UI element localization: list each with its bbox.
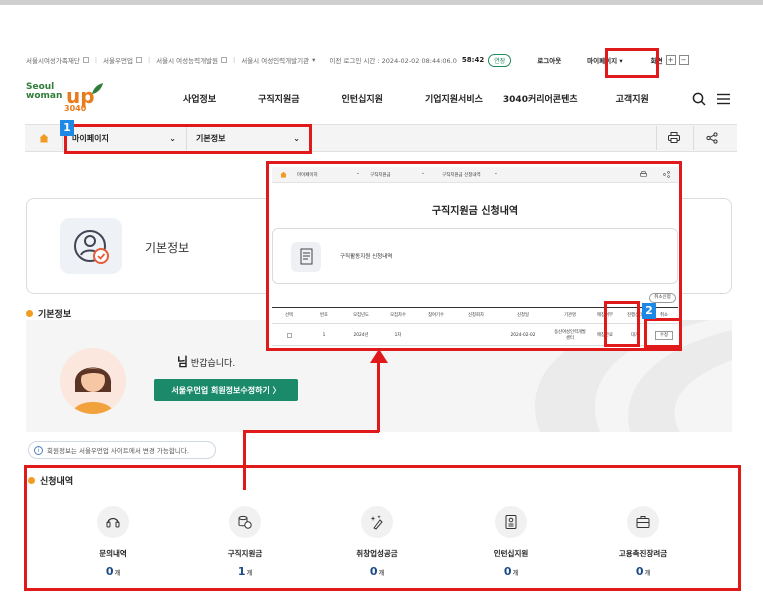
th-cohort: 참여기수 bbox=[428, 312, 444, 318]
row-checkbox[interactable] bbox=[286, 333, 292, 338]
util-link-development[interactable]: 서울시 여성능력개발원 bbox=[156, 55, 228, 65]
crumb-divider bbox=[656, 126, 657, 150]
td-year: 2024년 bbox=[353, 332, 369, 338]
highlight-mypage bbox=[605, 48, 659, 78]
highlight-cancel-column bbox=[644, 318, 682, 348]
print-icon[interactable] bbox=[640, 171, 647, 178]
edit-member-info-button[interactable]: 서울우먼업 회원정보수정하기 〉 bbox=[154, 379, 298, 401]
nav-company-support[interactable]: 기업지원서비스 bbox=[425, 92, 483, 108]
step-badge-1: 1 bbox=[60, 120, 74, 136]
share-icon[interactable] bbox=[663, 171, 670, 178]
util-link-womanup[interactable]: 서울우먼업 bbox=[103, 55, 142, 65]
td-apply-date: 2024-02-02 bbox=[510, 332, 536, 338]
popup-breadcrumb: 마이페이지 ⌄ 구직지원금 ⌄ 구직지원금 신청내역 ⌄ bbox=[272, 167, 678, 183]
user-settings-icon bbox=[60, 218, 122, 274]
th-round: 모집차수 bbox=[390, 312, 406, 318]
session-timer: 58:42 bbox=[461, 56, 485, 64]
th-number: 번호 bbox=[320, 312, 328, 318]
site-logo[interactable]: Seoul woman up 3040 bbox=[26, 82, 126, 116]
annotation-connector bbox=[377, 362, 380, 432]
extend-session-button[interactable]: 연장 bbox=[488, 53, 512, 67]
nav-career-contents[interactable]: 3040커리어콘텐츠 bbox=[503, 92, 578, 108]
document-icon bbox=[291, 242, 321, 272]
util-link-foundation[interactable]: 서울시여성가족재단 bbox=[26, 55, 89, 65]
new-window-icon bbox=[82, 57, 89, 63]
util-link-institutions[interactable]: 서울시 여성인력개발기관 ▾ bbox=[241, 55, 315, 65]
search-icon[interactable] bbox=[692, 92, 706, 106]
share-icon[interactable] bbox=[706, 132, 718, 144]
new-window-icon bbox=[135, 57, 142, 63]
popup-title: 구직지원금 신청내역 bbox=[431, 206, 519, 217]
nav-internship[interactable]: 인턴십지원 bbox=[342, 92, 383, 108]
chevron-down-icon: ▾ bbox=[312, 56, 316, 64]
td-round: 1차 bbox=[394, 332, 402, 338]
top-border bbox=[0, 0, 763, 5]
print-icon[interactable] bbox=[668, 132, 680, 143]
th-select: 선택 bbox=[285, 312, 293, 318]
popup-card-label: 구직활동지원 신청내역 bbox=[340, 254, 393, 260]
crumb-divider bbox=[693, 126, 694, 150]
nav-job-seeking-fund[interactable]: 구직지원금 bbox=[258, 92, 299, 108]
new-window-icon bbox=[221, 57, 228, 63]
arrow-up-icon bbox=[370, 349, 388, 363]
greeting-text: 님 반갑습니다. bbox=[177, 355, 236, 369]
nav-business-info[interactable]: 사업정보 bbox=[183, 92, 216, 108]
step-badge-2: 2 bbox=[642, 303, 656, 319]
td-institution: 동산여성인력개발센터 bbox=[554, 330, 586, 341]
th-apply-date: 신청일 bbox=[517, 312, 529, 318]
annotation-connector bbox=[243, 430, 246, 490]
home-icon bbox=[280, 171, 287, 178]
info-icon: i bbox=[34, 445, 43, 455]
th-institution: 기관명 bbox=[564, 312, 576, 318]
bullet-icon bbox=[26, 310, 33, 317]
th-year: 모집년도 bbox=[353, 312, 369, 318]
info-notice: i 회원정보는 서울우먼업 사이트에서 변경 가능합니다. bbox=[28, 441, 216, 459]
main-nav: 사업정보 구직지원금 인턴십지원 기업지원서비스 3040커리어콘텐츠 고객지원 bbox=[183, 92, 691, 108]
annotation-connector bbox=[243, 430, 379, 433]
popup-crumb-3[interactable]: 구직지원금 신청내역 bbox=[442, 172, 481, 178]
profile-label: 기본정보 bbox=[145, 241, 190, 255]
popup-crumb-1[interactable]: 마이페이지 bbox=[297, 172, 318, 178]
th-session: 신청회차 bbox=[468, 312, 484, 318]
td-session bbox=[456, 326, 496, 345]
home-icon[interactable] bbox=[39, 133, 49, 143]
zoom-out-button[interactable]: − bbox=[678, 55, 689, 65]
nav-customer-support[interactable]: 고객지원 bbox=[616, 92, 649, 108]
last-login-time: 이전 로그인 시간 : 2024-02-02 08:44:06.0 bbox=[329, 57, 457, 65]
popup-crumb-2[interactable]: 구직지원금 bbox=[370, 172, 391, 178]
logout-link[interactable]: 로그아웃 bbox=[537, 55, 561, 65]
cancel-request-button[interactable]: 취소신청 bbox=[649, 293, 676, 303]
leaf-icon bbox=[92, 83, 103, 94]
zoom-in-button[interactable]: + bbox=[665, 55, 676, 65]
menu-icon[interactable] bbox=[717, 93, 730, 105]
td-number: 1 bbox=[322, 332, 326, 338]
highlight-status-column bbox=[604, 301, 640, 347]
highlight-breadcrumb bbox=[64, 124, 312, 154]
avatar bbox=[60, 348, 126, 414]
highlight-apply-history bbox=[24, 465, 741, 591]
popup-card bbox=[272, 228, 678, 284]
basic-info-heading: 기본정보 bbox=[26, 307, 71, 320]
td-cohort bbox=[416, 326, 456, 345]
